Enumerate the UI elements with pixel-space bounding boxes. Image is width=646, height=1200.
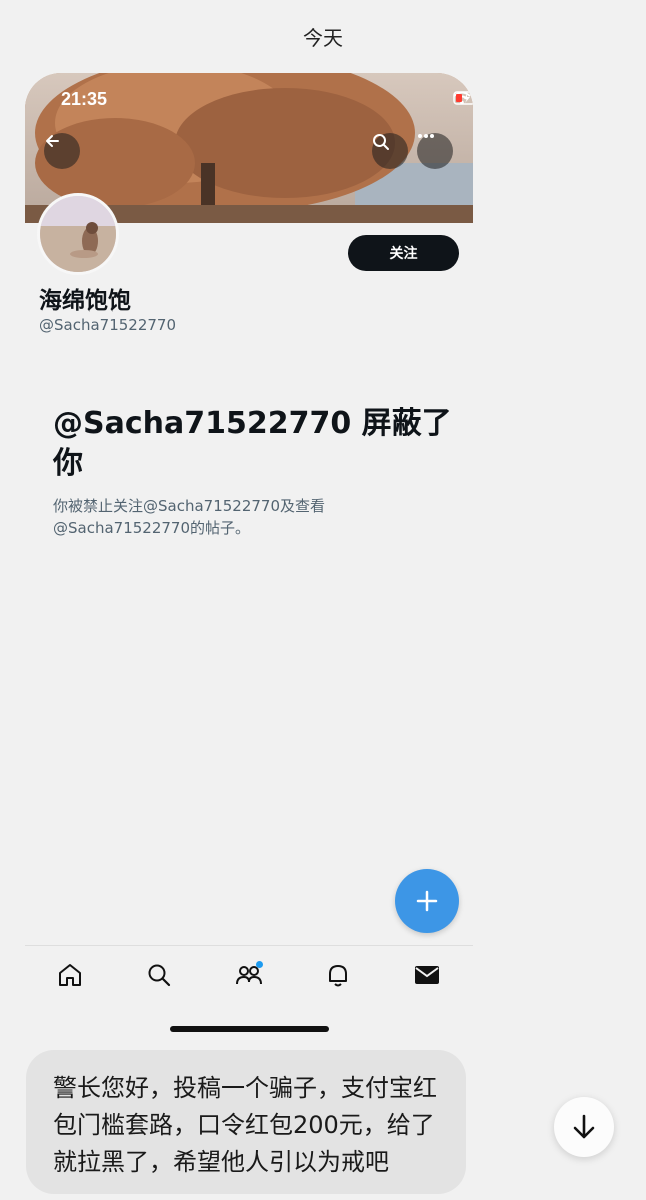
avatar-photo bbox=[40, 196, 116, 272]
arrow-down-icon bbox=[573, 1114, 595, 1139]
tab-communities[interactable] bbox=[233, 959, 265, 991]
blocked-title: @Sacha71522770 屏蔽了你 bbox=[53, 406, 452, 481]
battery-icon bbox=[453, 91, 473, 105]
search-icon bbox=[373, 134, 389, 150]
chat-message-bubble[interactable]: 警长您好，投稿一个骗子，支付宝红包门槛套路，口令红包200元，给了就拉黑了，希望… bbox=[26, 1050, 466, 1194]
back-button[interactable] bbox=[44, 133, 80, 169]
home-indicator bbox=[170, 1026, 329, 1032]
follow-button[interactable]: 关注 bbox=[348, 235, 459, 271]
bottom-tab-bar bbox=[25, 953, 473, 997]
shared-screenshot[interactable]: 21:35 关注 海绵饱饱 @Sacha71522770 @Sacha71522… bbox=[25, 73, 473, 1033]
tab-home[interactable] bbox=[54, 959, 86, 991]
arrow-left-icon bbox=[46, 135, 59, 147]
tab-notifications[interactable] bbox=[322, 959, 354, 991]
more-options-button[interactable] bbox=[417, 133, 453, 169]
home-icon bbox=[59, 964, 81, 986]
notifications-icon bbox=[329, 965, 347, 987]
scroll-to-bottom-button[interactable] bbox=[554, 1097, 614, 1157]
notification-dot bbox=[256, 961, 263, 968]
plus-icon bbox=[416, 890, 438, 912]
chat-day-label: 今天 bbox=[303, 26, 343, 50]
tab-search[interactable] bbox=[143, 959, 175, 991]
blocked-description: 你被禁止关注@Sacha71522770及查看@Sacha71522770的帖子… bbox=[53, 497, 326, 537]
search-icon bbox=[148, 964, 171, 987]
tabbar-divider bbox=[25, 945, 473, 946]
messages-icon bbox=[415, 966, 439, 984]
profile-search-button[interactable] bbox=[372, 133, 408, 169]
profile-handle: @Sacha71522770 bbox=[39, 316, 177, 334]
profile-avatar[interactable] bbox=[37, 193, 119, 275]
more-dots-icon bbox=[418, 134, 434, 138]
compose-post-button[interactable] bbox=[395, 869, 459, 933]
status-bar-time: 21:35 bbox=[61, 89, 108, 109]
tab-messages[interactable] bbox=[411, 959, 443, 991]
profile-display-name: 海绵饱饱 bbox=[39, 288, 131, 314]
